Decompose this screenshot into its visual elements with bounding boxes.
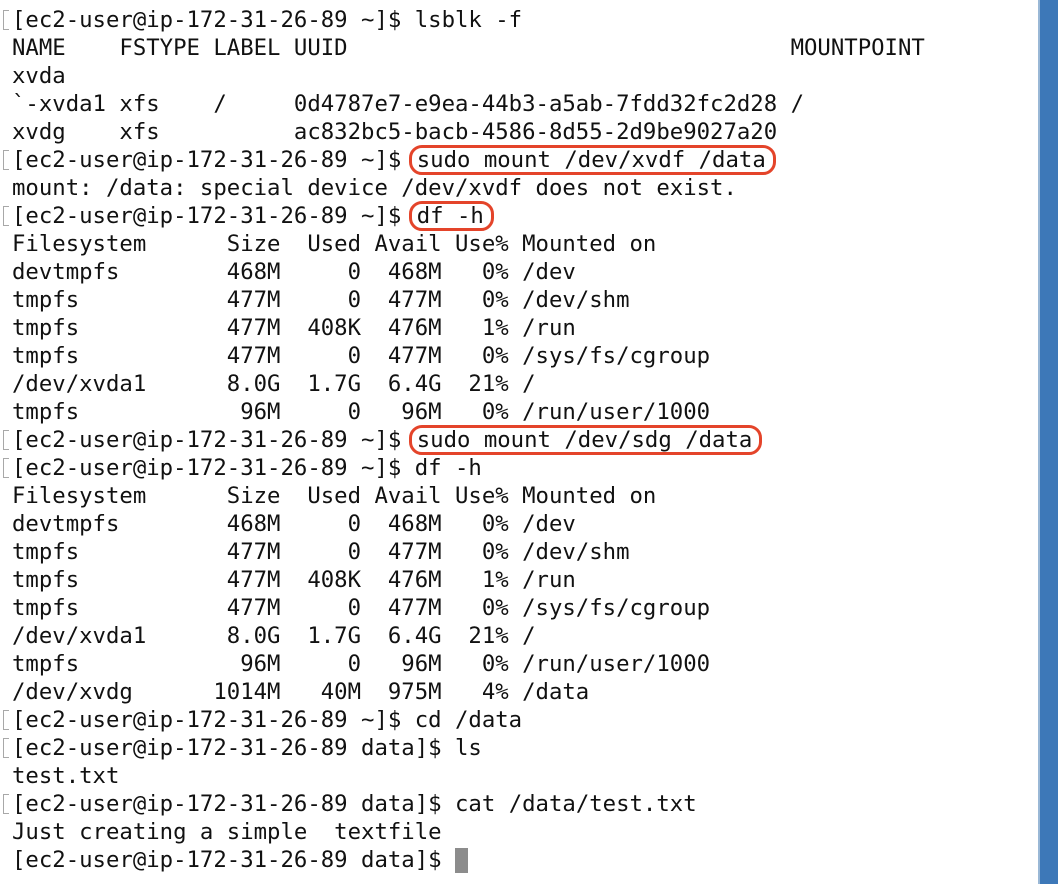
prompt: [ec2-user@ip-172-31-26-89 ~]$ [12, 147, 415, 173]
command: lsblk -f [414, 7, 523, 33]
output-text: tmpfs 477M 0 477M 0% /sys/fs/cgroup [12, 595, 711, 621]
terminal-line: Just creating a simple textfile [0, 818, 442, 846]
output-text: test.txt [12, 763, 120, 789]
output-text: /dev/xvda1 8.0G 1.7G 6.4G 21% / [12, 371, 536, 397]
highlighted-command: df -h [408, 201, 494, 231]
output-text: xvdg xfs ac832bc5-bacb-4586-8d55-2d9be90… [12, 119, 778, 145]
output-text: tmpfs 96M 0 96M 0% /run/user/1000 [12, 399, 711, 425]
terminal-line: Filesystem Size Used Avail Use% Mounted … [0, 482, 656, 510]
terminal-line: [ec2-user@ip-172-31-26-89 ~]$ sudo mount… [0, 145, 776, 175]
output-text: NAME FSTYPE LABEL UUID MOUNTPOINT [12, 35, 925, 61]
terminal-line: tmpfs 477M 0 477M 0% /dev/shm [0, 538, 630, 566]
prompt: [ec2-user@ip-172-31-26-89 data]$ [12, 847, 455, 873]
output-text: Filesystem Size Used Avail Use% Mounted … [12, 231, 657, 257]
terminal-line: tmpfs 96M 0 96M 0% /run/user/1000 [0, 398, 710, 426]
terminal-line: [ec2-user@ip-172-31-26-89 ~]$ df -h [0, 454, 482, 482]
terminal-line: /dev/xvdg 1014M 40M 975M 4% /data [0, 678, 589, 706]
output-text: tmpfs 477M 408K 476M 1% /run [12, 567, 576, 593]
command: cd /data [414, 707, 523, 733]
output-text: /dev/xvdg 1014M 40M 975M 4% /data [12, 679, 590, 705]
terminal-line: [ec2-user@ip-172-31-26-89 ~]$ lsblk -f [0, 6, 522, 34]
terminal-line: test.txt [0, 762, 119, 790]
prompt-mark [0, 454, 12, 482]
prompt: [ec2-user@ip-172-31-26-89 data]$ [12, 735, 455, 761]
prompt: [ec2-user@ip-172-31-26-89 data]$ [12, 791, 455, 817]
prompt-mark [0, 706, 12, 734]
command: ls [455, 735, 482, 761]
prompt-mark [0, 146, 12, 174]
output-text: devtmpfs 468M 0 468M 0% /dev [12, 511, 576, 537]
output-text: `-xvda1 xfs / 0d4787e7-e9ea-44b3-a5ab-7f… [12, 91, 805, 117]
prompt: [ec2-user@ip-172-31-26-89 ~]$ [12, 7, 415, 33]
prompt-mark [0, 790, 12, 818]
prompt: [ec2-user@ip-172-31-26-89 ~]$ [12, 427, 415, 453]
command: df -h [414, 455, 482, 481]
output-text: tmpfs 477M 0 477M 0% /dev/shm [12, 539, 630, 565]
terminal-line: mount: /data: special device /dev/xvdf d… [0, 174, 737, 202]
prompt: [ec2-user@ip-172-31-26-89 ~]$ [12, 707, 415, 733]
terminal-line: tmpfs 477M 0 477M 0% /sys/fs/cgroup [0, 342, 710, 370]
terminal-line: devtmpfs 468M 0 468M 0% /dev [0, 258, 576, 286]
prompt-mark [0, 426, 12, 454]
terminal-line: /dev/xvda1 8.0G 1.7G 6.4G 21% / [0, 622, 536, 650]
prompt-mark [0, 734, 12, 762]
terminal-line: tmpfs 477M 408K 476M 1% /run [0, 314, 576, 342]
prompt: [ec2-user@ip-172-31-26-89 ~]$ [12, 203, 415, 229]
prompt-mark [0, 6, 12, 34]
window-edge [1040, 0, 1058, 884]
terminal-line: tmpfs 477M 0 477M 0% /dev/shm [0, 286, 630, 314]
terminal-line: [ec2-user@ip-172-31-26-89 ~]$ df -h [0, 201, 494, 231]
command: cat /data/test.txt [455, 791, 697, 817]
terminal-line: `-xvda1 xfs / 0d4787e7-e9ea-44b3-a5ab-7f… [0, 90, 804, 118]
terminal-line: Filesystem Size Used Avail Use% Mounted … [0, 230, 656, 258]
terminal-line: [ec2-user@ip-172-31-26-89 data]$ [0, 846, 468, 874]
terminal-line: xvdg xfs ac832bc5-bacb-4586-8d55-2d9be90… [0, 118, 777, 146]
output-text: devtmpfs 468M 0 468M 0% /dev [12, 259, 576, 285]
output-text: tmpfs 477M 0 477M 0% /sys/fs/cgroup [12, 343, 711, 369]
terminal-window[interactable]: [ec2-user@ip-172-31-26-89 ~]$ lsblk -f N… [0, 0, 1040, 884]
output-text: /dev/xvda1 8.0G 1.7G 6.4G 21% / [12, 623, 536, 649]
highlighted-command: sudo mount /dev/xvdf /data [408, 145, 776, 175]
output-text: Just creating a simple textfile [12, 819, 442, 845]
highlighted-command: sudo mount /dev/sdg /data [408, 425, 763, 455]
terminal-line: tmpfs 96M 0 96M 0% /run/user/1000 [0, 650, 710, 678]
output-text: tmpfs 477M 0 477M 0% /dev/shm [12, 287, 630, 313]
terminal-line: [ec2-user@ip-172-31-26-89 ~]$ sudo mount… [0, 425, 763, 455]
terminal-line: NAME FSTYPE LABEL UUID MOUNTPOINT [0, 34, 925, 62]
terminal-line: [ec2-user@ip-172-31-26-89 data]$ ls [0, 734, 482, 762]
terminal-line: devtmpfs 468M 0 468M 0% /dev [0, 510, 576, 538]
terminal-line: /dev/xvda1 8.0G 1.7G 6.4G 21% / [0, 370, 536, 398]
terminal-line: xvda [0, 62, 66, 90]
terminal-line: tmpfs 477M 408K 476M 1% /run [0, 566, 576, 594]
output-text: Filesystem Size Used Avail Use% Mounted … [12, 483, 657, 509]
output-text: tmpfs 96M 0 96M 0% /run/user/1000 [12, 651, 711, 677]
terminal-line: [ec2-user@ip-172-31-26-89 data]$ cat /da… [0, 790, 697, 818]
prompt-mark [0, 202, 12, 230]
text-cursor[interactable] [455, 848, 468, 873]
output-text: mount: /data: special device /dev/xvdf d… [12, 175, 737, 201]
terminal-line: [ec2-user@ip-172-31-26-89 ~]$ cd /data [0, 706, 522, 734]
output-text: xvda [12, 63, 66, 89]
output-text: tmpfs 477M 408K 476M 1% /run [12, 315, 576, 341]
terminal-line: tmpfs 477M 0 477M 0% /sys/fs/cgroup [0, 594, 710, 622]
prompt: [ec2-user@ip-172-31-26-89 ~]$ [12, 455, 415, 481]
